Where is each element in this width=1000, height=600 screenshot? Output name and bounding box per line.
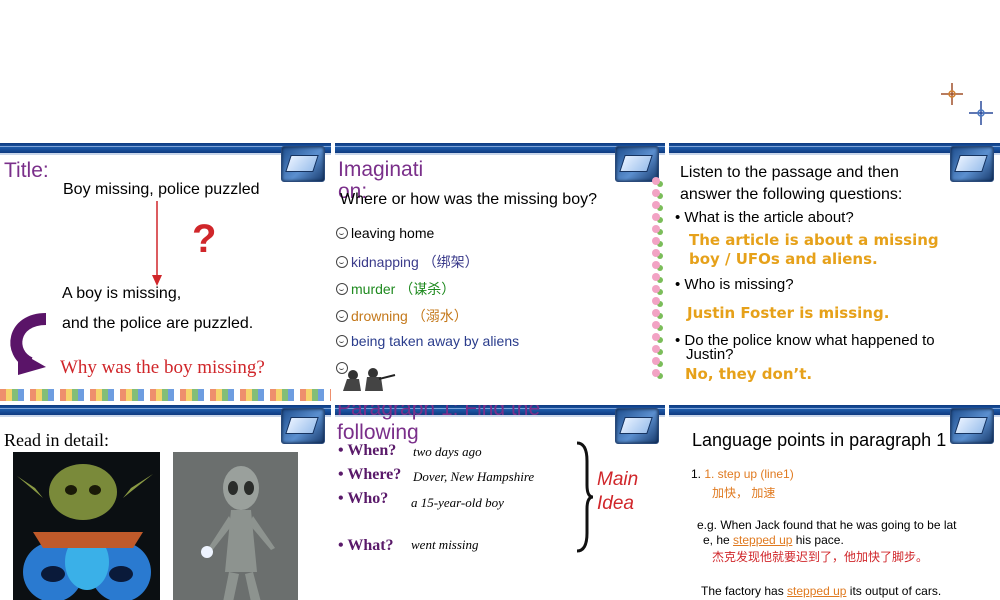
slide-imagination[interactable]: Imaginati on: Where or how was the missi… — [335, 143, 665, 405]
answer-1-line-1: The article is about a missing — [689, 231, 939, 249]
example-line-2: e, he stepped up his pace. — [703, 533, 844, 547]
question-who: • Who? — [338, 490, 389, 507]
question-mark: ? — [192, 217, 217, 261]
smiley-icon — [336, 256, 348, 268]
crosshair-icon — [941, 83, 963, 105]
slide-title[interactable]: Title: Boy missing, police puzzled ? A b… — [0, 143, 331, 405]
slide-heading: Language points in paragraph 1 — [692, 430, 947, 450]
option-item: drowning （溺水） — [336, 306, 519, 333]
option-item: murder （谋杀） — [336, 279, 519, 306]
right-brace-icon — [576, 441, 594, 553]
slide-language-points[interactable]: Language points in paragraph 1 1. 1. ste… — [669, 405, 1000, 600]
slide-thumbnail-icon — [950, 408, 994, 444]
slide-thumbnail-icon — [281, 146, 325, 182]
slide-thumbnail-icon — [950, 146, 994, 182]
curved-arrow-icon — [10, 313, 47, 375]
statement-line-1: A boy is missing, — [62, 285, 182, 302]
option-item: kidnapping （绑架） — [336, 252, 519, 279]
answer-who: a 15-year-old boy — [411, 495, 504, 510]
question-what: • What? — [338, 537, 394, 554]
smiley-icon — [336, 310, 348, 322]
flower-vine — [649, 173, 663, 381]
flower-border — [0, 389, 331, 401]
slide-thumbnail-icon — [615, 408, 659, 444]
crosshair-icon — [969, 101, 993, 125]
answer-when: two days ago — [413, 444, 482, 459]
answer-what: went missing — [411, 537, 479, 552]
answer-1-line-2: boy / UFOs and aliens. — [689, 250, 878, 268]
option-item: being taken away by aliens — [336, 333, 519, 360]
smiley-icon — [336, 283, 348, 295]
slide-heading-line-1: Paragraph 1: Find the — [337, 405, 541, 420]
statement-line-2: and the police are puzzled. — [62, 315, 254, 332]
question-text: Where or how was the missing boy? — [340, 191, 597, 208]
soldiers-icon — [343, 368, 396, 391]
slide-listening-questions[interactable]: Listen to the passage and then answer th… — [669, 143, 1000, 405]
question-2: • Who is missing? — [675, 276, 794, 293]
main-idea-label: Main Idea — [597, 469, 639, 514]
example-translation: 杰克发现他就要迟到了，他加快了脚步。 — [712, 550, 929, 564]
question-1: • What is the article about? — [675, 209, 854, 226]
slide-paragraph-1[interactable]: Paragraph 1: Find the following • When? … — [335, 405, 665, 600]
question-where: • Where? — [338, 466, 402, 483]
option-item: leaving home — [336, 225, 519, 252]
point-item: 1. 1. step up (line1) — [691, 467, 794, 481]
question-text: Why was the boy missing? — [60, 357, 265, 378]
slide-thumbnail-icon — [281, 408, 325, 444]
slide-heading: Read in detail: — [4, 430, 109, 450]
down-arrow-icon — [152, 201, 162, 286]
answer-3: No, they don’t. — [685, 365, 813, 383]
slide-heading: Title: — [4, 159, 49, 182]
grey-alien-image — [173, 452, 298, 600]
instruction-text: Listen to the passage and then answer th… — [680, 164, 903, 203]
point-translation: 加快， 加速 — [712, 486, 776, 500]
question-3-line-2: Justin? — [686, 346, 734, 363]
smiley-icon — [336, 335, 348, 347]
option-list: leaving home kidnapping （绑架） murder （谋杀）… — [336, 225, 519, 380]
question-when: • When? — [338, 442, 397, 459]
alien-creature-image — [13, 452, 160, 600]
slide-read-in-detail[interactable]: Read in detail: — [0, 405, 331, 600]
answer-where: Dover, New Hampshire — [413, 469, 535, 484]
answer-2: Justin Foster is missing. — [687, 304, 890, 322]
smiley-icon — [336, 227, 348, 239]
headline-text: Boy missing, police puzzled — [63, 181, 260, 198]
example-line-1: e.g. When Jack found that he was going t… — [697, 518, 957, 532]
example-2: The factory has stepped up its output of… — [701, 584, 942, 598]
